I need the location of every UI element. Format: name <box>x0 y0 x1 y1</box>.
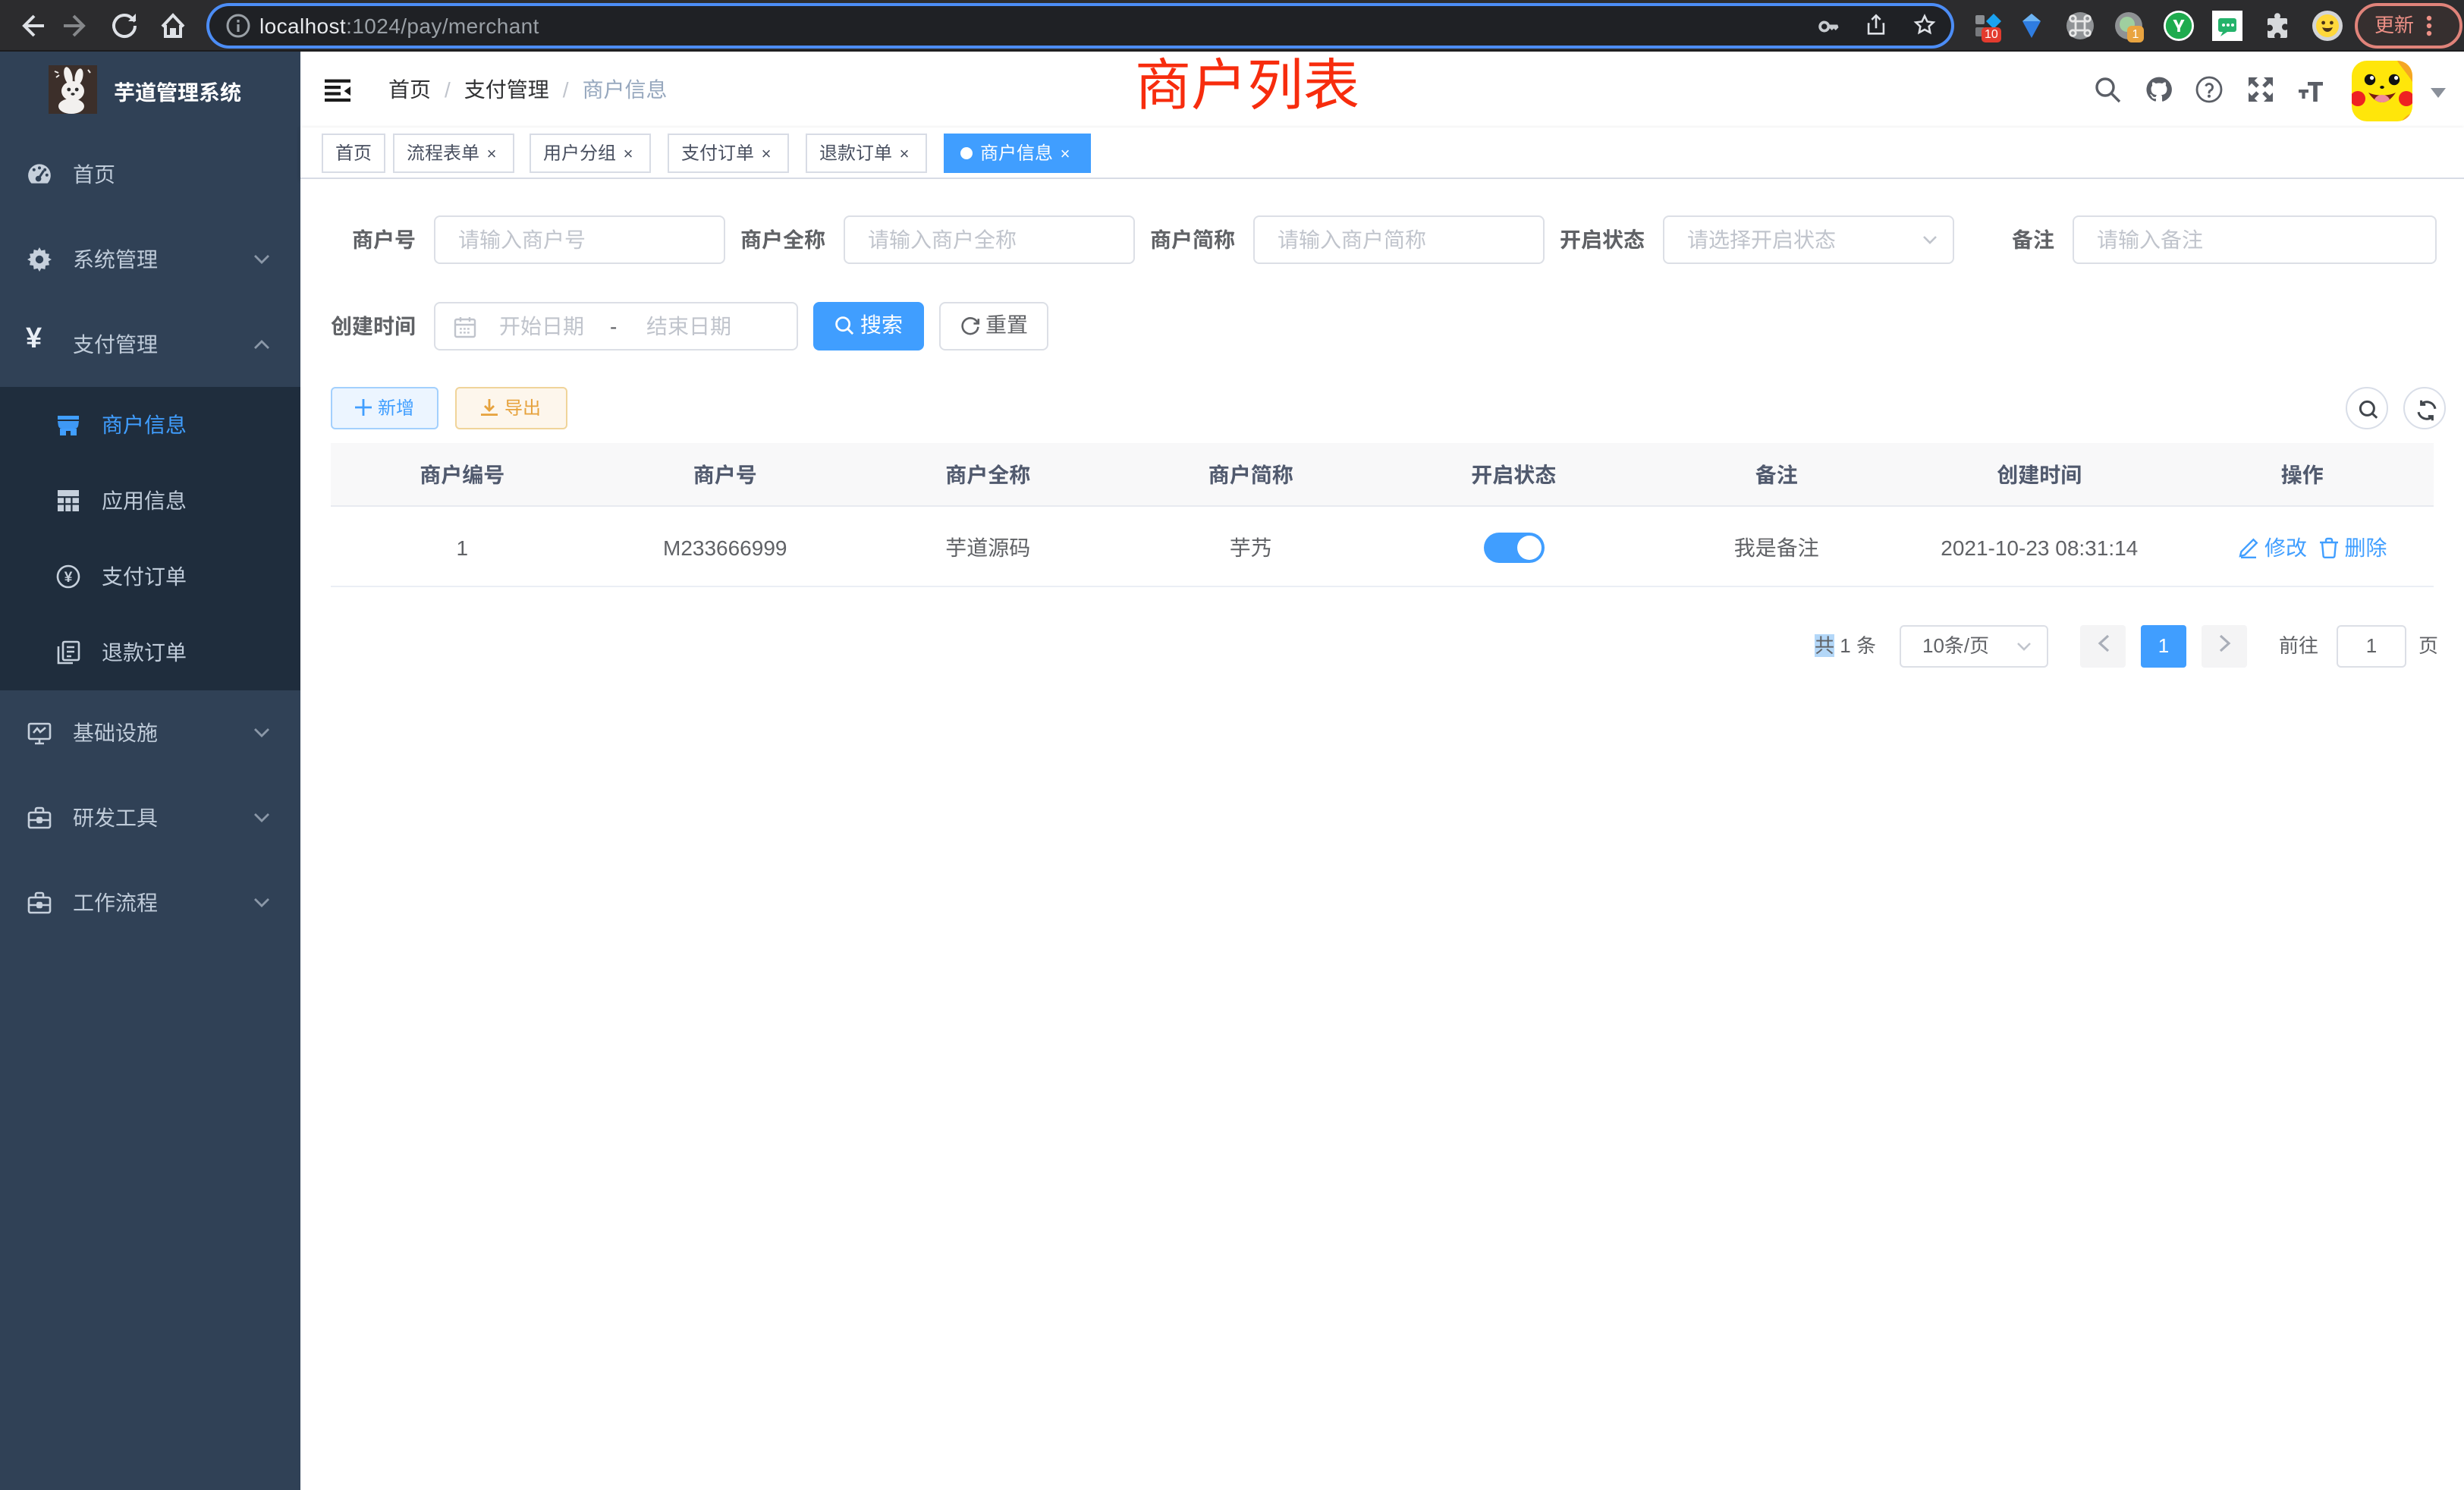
svg-text:¥: ¥ <box>64 570 73 586</box>
